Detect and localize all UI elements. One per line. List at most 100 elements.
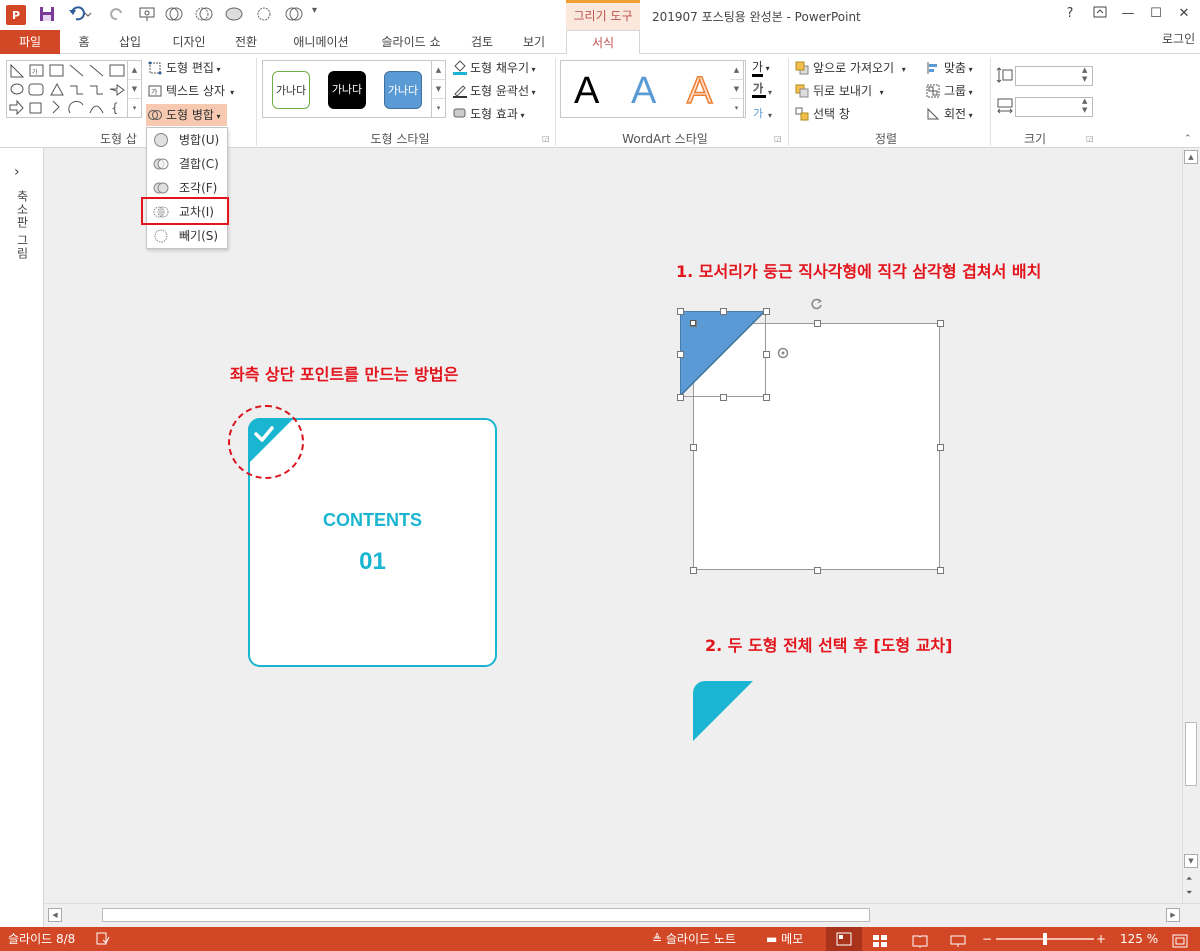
- next-slide-icon[interactable]: ⏷: [1186, 888, 1192, 897]
- selection-handle[interactable]: [813, 320, 821, 327]
- fit-slide-icon[interactable]: [1172, 932, 1188, 948]
- selection-handle[interactable]: [720, 308, 727, 315]
- tab-file[interactable]: 파일: [0, 30, 60, 54]
- text-fill-button[interactable]: 가 ▾: [752, 58, 770, 77]
- selection-handle[interactable]: [677, 394, 684, 401]
- maximize-button[interactable]: ☐: [1146, 6, 1166, 24]
- group-button[interactable]: 그룹 ▾: [926, 81, 973, 101]
- selection-handle[interactable]: [677, 308, 684, 315]
- minimize-button[interactable]: —: [1118, 6, 1138, 24]
- wordart-gallery-scroll[interactable]: ▲ ▼ ▾: [730, 60, 744, 118]
- style-thumb-blue[interactable]: 가나다: [384, 71, 422, 109]
- selection-handle[interactable]: [813, 567, 821, 574]
- reading-view-icon[interactable]: [912, 932, 928, 948]
- tab-view[interactable]: 보기: [514, 30, 554, 54]
- save-icon[interactable]: [38, 5, 56, 25]
- tab-home[interactable]: 홈: [68, 30, 100, 54]
- style-more-icon[interactable]: ▾: [432, 99, 445, 118]
- scroll-left-icon[interactable]: ◀: [48, 908, 62, 922]
- zoom-out-icon[interactable]: −: [982, 927, 992, 951]
- gallery-more-icon[interactable]: ▾: [128, 99, 141, 118]
- selection-handle[interactable]: [937, 320, 944, 327]
- expand-thumbnails-icon[interactable]: ›: [14, 164, 20, 180]
- selection-handle[interactable]: [690, 567, 697, 574]
- text-effects-icon[interactable]: 가 ▾: [752, 104, 772, 122]
- horizontal-scrollbar[interactable]: ◀ ▶: [44, 903, 1200, 927]
- login-link[interactable]: 로그인: [1162, 30, 1195, 48]
- customize-qat-icon[interactable]: ▾: [312, 5, 317, 25]
- menu-item-union[interactable]: 병합(U): [147, 128, 227, 152]
- wordart-style-orange[interactable]: A: [686, 69, 713, 113]
- size-launcher-icon[interactable]: ◲: [1086, 134, 1094, 143]
- prev-slide-icon[interactable]: ⏶: [1186, 874, 1192, 883]
- text-outline-icon[interactable]: 가 ▾: [752, 81, 772, 99]
- selection-pane-button[interactable]: 선택 창: [795, 104, 850, 124]
- bring-forward-button[interactable]: 앞으로 가져오기 ▾: [795, 58, 906, 78]
- shape-style-gallery[interactable]: 가나다 가나다 가나다: [262, 60, 432, 118]
- style-thumb-outline[interactable]: 가나다: [272, 71, 310, 109]
- tab-design[interactable]: 디자인: [164, 30, 214, 54]
- width-spinner-icon[interactable]: ▲ ▼: [1082, 97, 1087, 115]
- selection-handle[interactable]: [763, 351, 770, 358]
- shape-fill-button[interactable]: 도형 채우기 ▾: [452, 58, 536, 78]
- send-backward-button[interactable]: 뒤로 보내기 ▾: [795, 81, 884, 101]
- style-up-icon[interactable]: ▲: [432, 61, 445, 80]
- menu-item-combine[interactable]: 결합(C): [147, 152, 227, 176]
- shape-gallery[interactable]: 가 {: [6, 60, 128, 118]
- wordart-more-icon[interactable]: ▾: [730, 99, 743, 118]
- scroll-right-icon[interactable]: ▶: [1166, 908, 1180, 922]
- rotate-button[interactable]: 회전 ▾: [926, 104, 973, 124]
- undo-icon[interactable]: [68, 5, 92, 25]
- shape-combine-qat-icon[interactable]: [194, 5, 214, 25]
- gallery-down-icon[interactable]: ▼: [128, 80, 141, 99]
- shape-fragment-qat-icon[interactable]: [224, 5, 244, 25]
- wordart-style-blue[interactable]: A: [631, 69, 656, 113]
- gallery-up-icon[interactable]: ▲: [128, 61, 141, 80]
- style-thumb-black[interactable]: 가나다: [328, 71, 366, 109]
- collapse-ribbon-icon[interactable]: ⌃: [1184, 134, 1192, 144]
- shape-outline-button[interactable]: 도형 윤곽선 ▾: [452, 81, 536, 101]
- wordart-gallery[interactable]: A A A: [560, 60, 746, 118]
- wordart-up-icon[interactable]: ▲: [730, 61, 743, 80]
- wordart-launcher-icon[interactable]: ◲: [774, 134, 782, 143]
- intersect-result-shape[interactable]: [693, 681, 754, 742]
- normal-view-button[interactable]: [826, 927, 862, 951]
- height-spinner-icon[interactable]: ▲ ▼: [1082, 66, 1087, 84]
- presentation-icon[interactable]: [138, 5, 156, 25]
- selection-handle[interactable]: [763, 308, 770, 315]
- rotate-handle-icon[interactable]: [810, 297, 824, 311]
- vertical-scroll-thumb[interactable]: [1185, 722, 1197, 786]
- adjust-handle[interactable]: [690, 320, 696, 326]
- style-down-icon[interactable]: ▼: [432, 80, 445, 99]
- shape-union-qat-icon[interactable]: [164, 5, 184, 25]
- shape-gallery-scroll[interactable]: ▲ ▼ ▾: [128, 60, 142, 118]
- close-button[interactable]: ✕: [1174, 6, 1194, 24]
- shape-effects-button[interactable]: 도형 효과 ▾: [452, 104, 525, 124]
- slide-sorter-icon[interactable]: [872, 932, 888, 947]
- ribbon-display-options-icon[interactable]: [1090, 6, 1110, 24]
- spell-check-icon[interactable]: [96, 927, 110, 951]
- help-icon[interactable]: ?: [1060, 6, 1080, 24]
- selection-handle[interactable]: [690, 443, 697, 451]
- slideshow-view-icon[interactable]: [950, 932, 966, 947]
- thumbnail-pane-label[interactable]: 축소판 그림: [14, 190, 31, 260]
- zoom-in-icon[interactable]: +: [1096, 927, 1106, 951]
- edit-shape-button[interactable]: 도형 편집 ▾: [148, 58, 221, 78]
- shape-subtract-qat-icon[interactable]: [284, 5, 304, 25]
- wordart-style-black[interactable]: A: [574, 69, 599, 113]
- horizontal-scroll-thumb[interactable]: [102, 908, 870, 922]
- selection-handle[interactable]: [677, 351, 684, 358]
- tab-format[interactable]: 서식: [566, 30, 640, 55]
- shape-styles-launcher-icon[interactable]: ◲: [542, 134, 550, 143]
- comments-button[interactable]: ▬ 메모: [766, 927, 803, 951]
- merge-shapes-button[interactable]: 도형 병합 ▾: [146, 104, 227, 126]
- wordart-down-icon[interactable]: ▼: [730, 80, 743, 99]
- tab-review[interactable]: 검토: [462, 30, 502, 54]
- tab-transitions[interactable]: 전환: [226, 30, 266, 54]
- style-gallery-scroll[interactable]: ▲ ▼ ▾: [432, 60, 446, 118]
- align-button[interactable]: 맞춤 ▾: [926, 58, 973, 78]
- selection-handle[interactable]: [763, 394, 770, 401]
- notes-button[interactable]: ≜ 슬라이드 노트: [652, 927, 736, 951]
- text-box-button[interactable]: 가 텍스트 상자 ▾: [148, 81, 234, 101]
- tab-animations[interactable]: 애니메이션: [282, 30, 360, 54]
